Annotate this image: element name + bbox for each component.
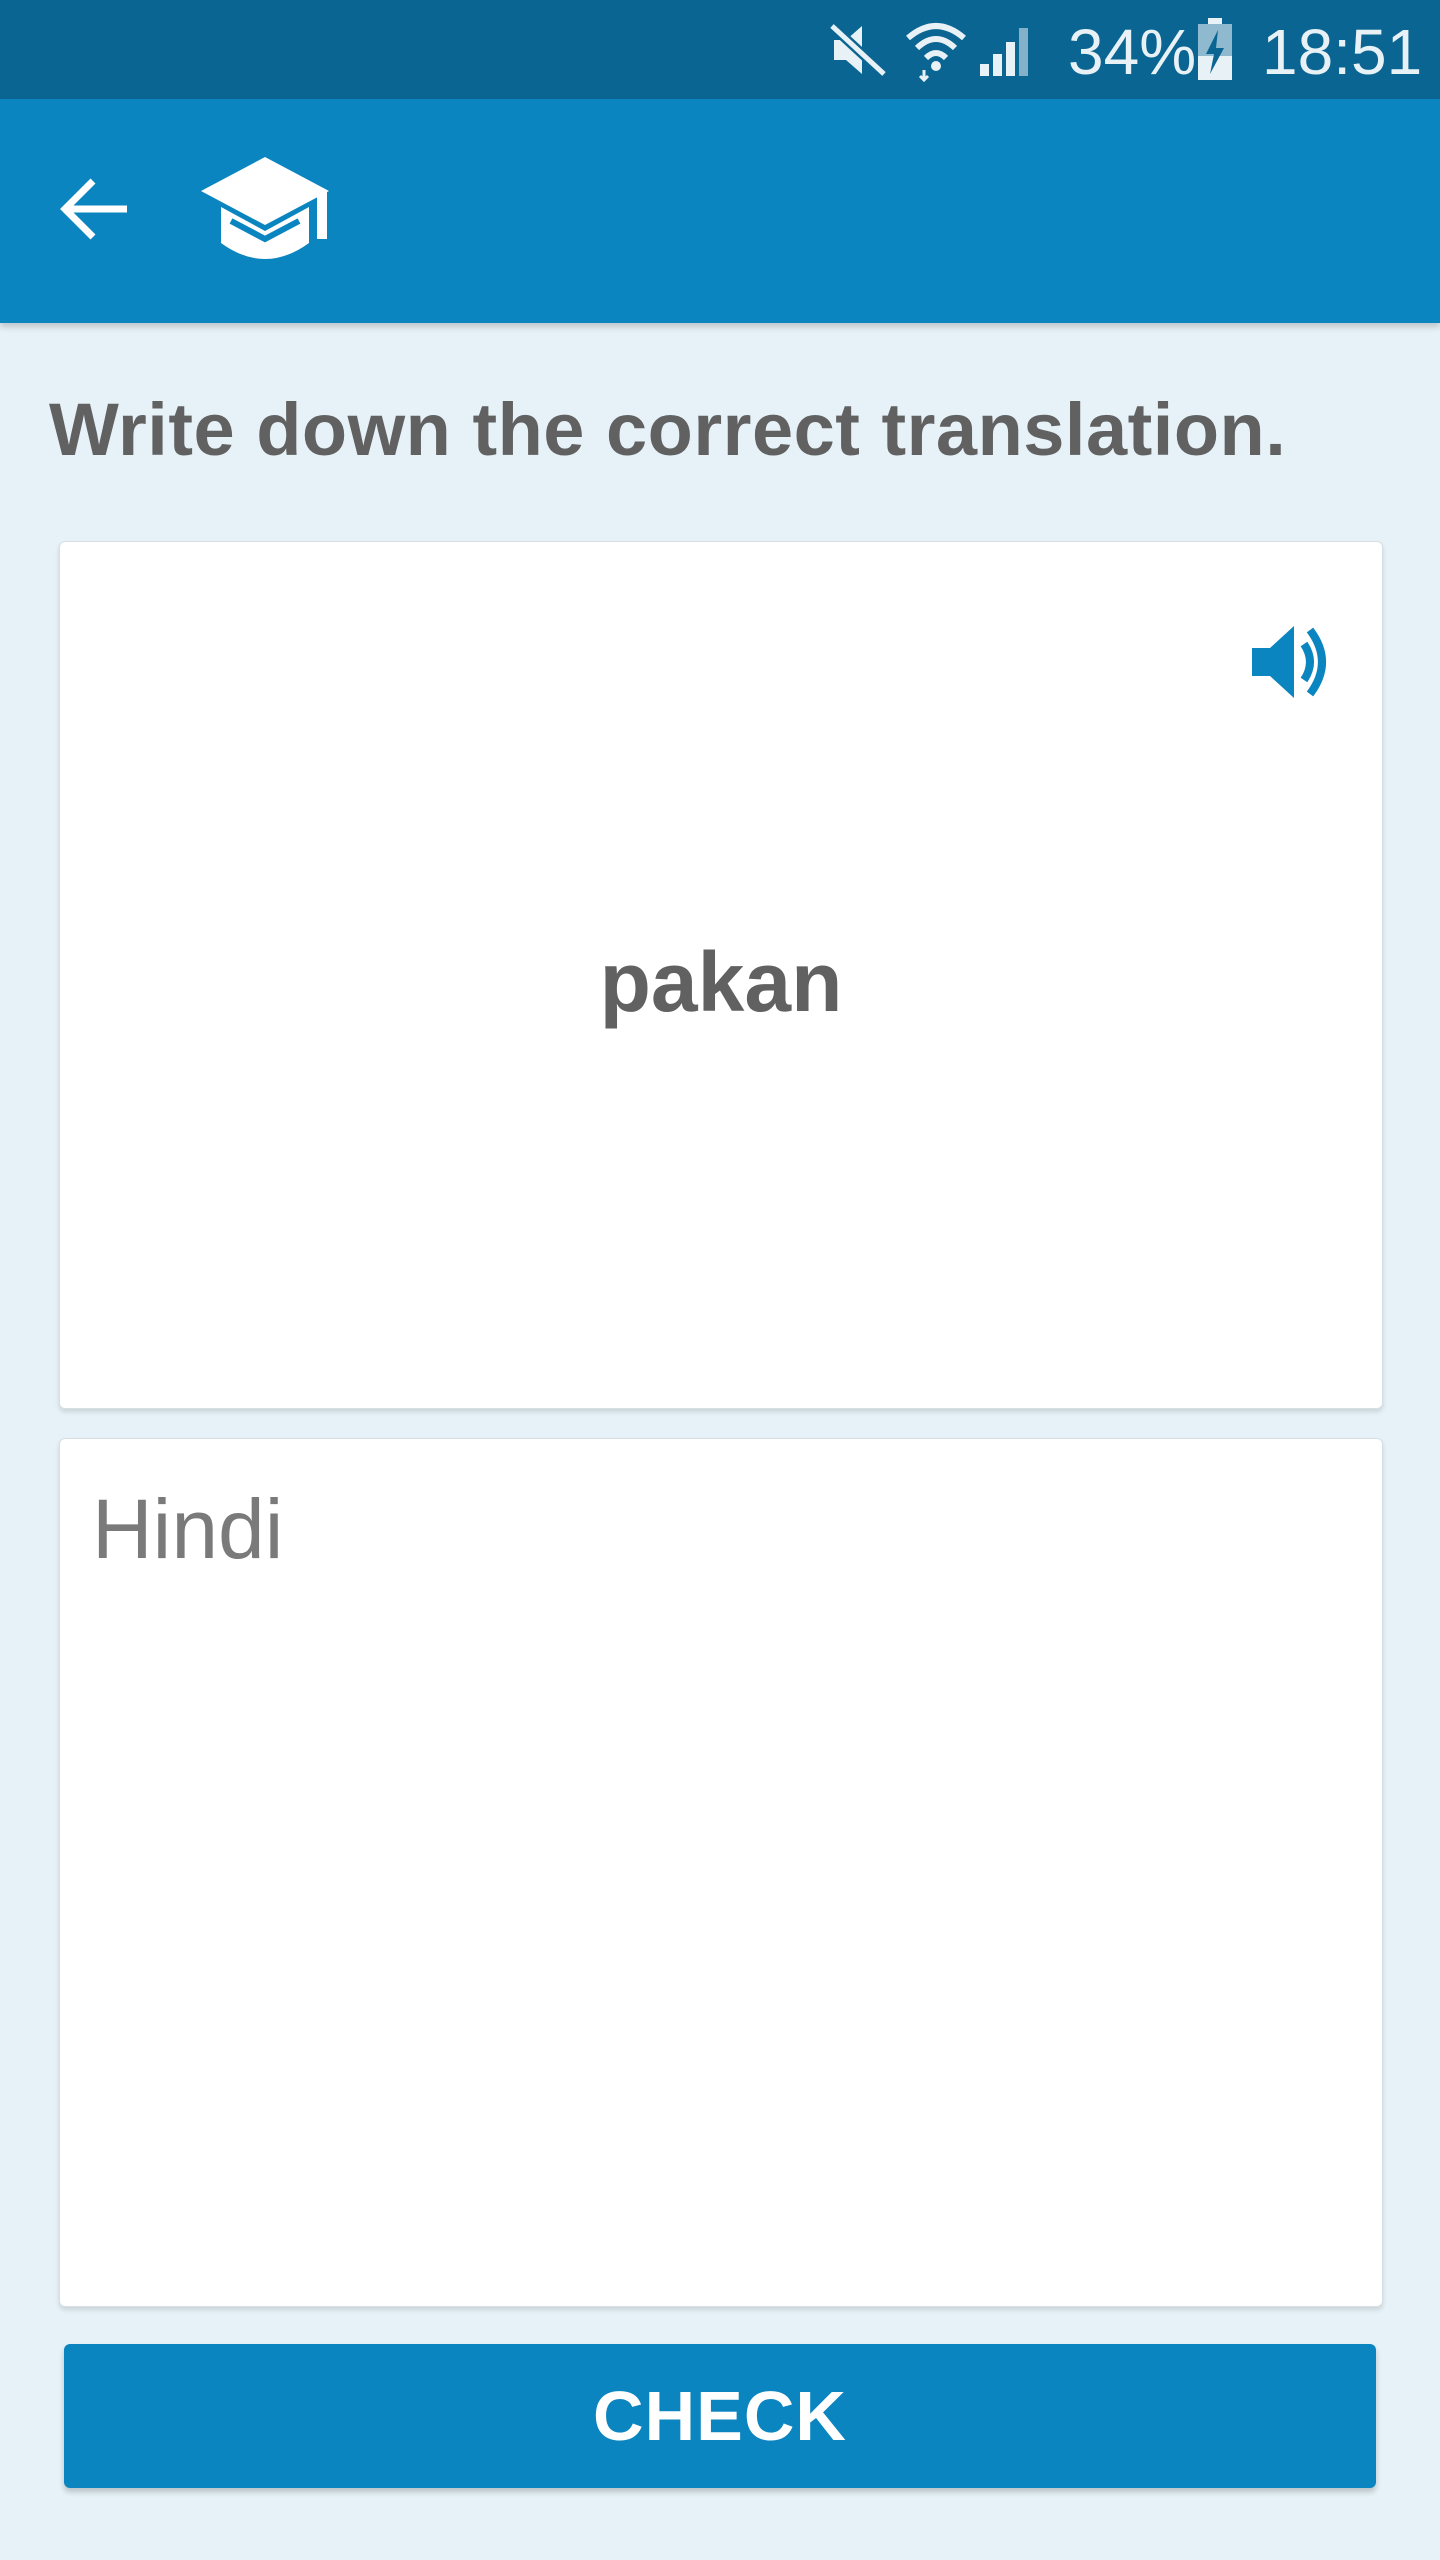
clock: 18:51 bbox=[1262, 16, 1423, 88]
graduation-cap-icon bbox=[195, 151, 335, 274]
answer-card bbox=[59, 1438, 1383, 2307]
speaker-icon bbox=[1250, 624, 1330, 705]
wifi-icon bbox=[904, 16, 968, 87]
app-toolbar bbox=[0, 99, 1440, 323]
mute-icon bbox=[826, 20, 890, 85]
word-card: pakan bbox=[59, 541, 1383, 1409]
status-bar: 34% 18:51 bbox=[0, 0, 1440, 99]
word-to-translate: pakan bbox=[599, 935, 843, 1029]
battery-charging-icon bbox=[1196, 18, 1234, 87]
arrow-left-icon bbox=[59, 177, 131, 246]
battery-percent: 34% bbox=[1068, 16, 1197, 88]
check-button[interactable]: CHECK bbox=[64, 2344, 1376, 2488]
instruction-text: Write down the correct translation. bbox=[49, 388, 1287, 471]
play-audio-button[interactable] bbox=[1230, 609, 1350, 719]
translation-input[interactable] bbox=[60, 1439, 1382, 2306]
signal-icon bbox=[978, 22, 1034, 83]
back-button[interactable] bbox=[40, 163, 150, 259]
